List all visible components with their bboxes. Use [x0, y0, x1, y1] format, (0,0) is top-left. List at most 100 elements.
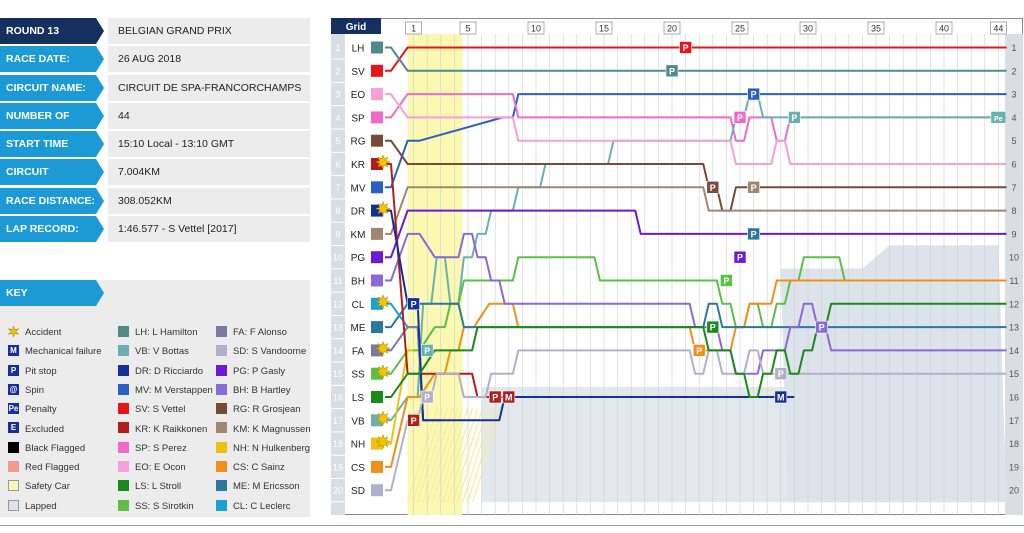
driver-key-label: EO: E Ocon	[135, 462, 186, 474]
info-row: ROUND 13 BELGIAN GRAND PRIX	[0, 18, 310, 44]
key-item: Safety Car	[8, 480, 70, 493]
grid-driver-code: CS	[351, 463, 365, 474]
position-number-right: 4	[1011, 113, 1016, 123]
driver-key-item: DR: D Ricciardo	[118, 364, 203, 378]
grid-driver-swatch	[371, 227, 383, 240]
event-glyph: P	[751, 229, 757, 239]
lap-tick-label: 20	[667, 24, 677, 34]
driver-key-item: SS: S Sirotkin	[118, 499, 194, 513]
key-item: Red Flagged	[8, 461, 79, 474]
driver-key-item: PG: P Gasly	[216, 364, 285, 378]
accident-icon	[375, 154, 391, 170]
grid-driver-swatch	[371, 41, 383, 54]
event-glyph: P	[424, 346, 430, 356]
grid-driver-code: PG	[351, 253, 366, 264]
driver-swatch	[216, 325, 227, 337]
info-label: ROUND 13	[0, 18, 104, 44]
lap-chart: Grid 1 5 10 15 20 25 30 35 40 44 1 1 2 2 3 3 4 4 5 5 6 6 7 7 8 8 9 9…	[331, 18, 1023, 515]
key-item-label: Black Flagged	[25, 442, 86, 454]
lap-tick-label: 30	[803, 24, 813, 34]
driver-key-label: ME: M Ericsson	[233, 481, 300, 493]
driver-swatch	[216, 499, 227, 511]
info-value: 1:46.577 - S Vettel [2017]	[108, 216, 310, 243]
driver-key-item: CL: C Leclerc	[216, 499, 291, 513]
event-glyph: P	[424, 393, 430, 403]
position-number-left: 9	[335, 229, 340, 239]
driver-key-label: KM: K Magnussen	[233, 423, 311, 435]
grid-driver-code: KM	[351, 230, 366, 241]
grid-driver-code: FA	[352, 346, 365, 357]
driver-swatch	[118, 422, 129, 434]
mechanical-failure-icon: M	[8, 345, 19, 357]
grid-driver-swatch	[371, 64, 383, 77]
event-glyph: P	[723, 276, 729, 286]
position-number-left: 2	[335, 66, 340, 76]
info-row: RACE DATE: 26 AUG 2018	[0, 46, 310, 73]
event-glyph: P	[778, 369, 784, 379]
driver-key-label: SS: S Sirotkin	[135, 500, 194, 512]
event-glyph: P	[737, 253, 743, 263]
info-value: 7.004KM	[108, 159, 310, 186]
position-number-right: 17	[1009, 416, 1019, 426]
key-item: Accident	[7, 325, 61, 339]
grid-driver-swatch	[371, 181, 383, 194]
lap-tick-label: 10	[531, 24, 541, 34]
position-number-right: 18	[1009, 439, 1019, 449]
driver-key-label: FA: F Alonso	[233, 327, 287, 338]
driver-key-item: SP: S Perez	[118, 441, 187, 455]
driver-key-item: LH: L Hamilton	[118, 325, 197, 339]
info-value: 308.052KM	[108, 187, 310, 214]
event-glyph: P	[669, 66, 675, 76]
key-item-label: Pit stop	[25, 365, 57, 377]
info-label: RACE DISTANCE:	[0, 187, 104, 214]
event-glyph: M	[777, 393, 785, 403]
driver-key-label: BH: B Hartley	[233, 384, 291, 396]
position-number-left: 20	[333, 486, 343, 496]
position-number-left: 18	[333, 439, 343, 449]
grid-driver-swatch	[371, 274, 383, 287]
driver-key-label: RG: R Grosjean	[233, 404, 301, 416]
race-info-panel: ROUND 13 BELGIAN GRAND PRIX RACE DATE: 26 A…	[0, 18, 310, 244]
info-row: START TIME 15:10 Local - 13:10 GMT	[0, 131, 310, 158]
position-number-left: 5	[335, 136, 340, 146]
info-value: CIRCUIT DE SPA-FRANCORCHAMPS	[108, 74, 310, 101]
pit-stop-icon: P	[8, 364, 19, 376]
driver-key-label: MV: M Verstappen	[135, 384, 213, 396]
position-number-right: 11	[1009, 276, 1018, 286]
driver-swatch	[216, 480, 227, 492]
accident-icon	[375, 200, 391, 217]
event-glyph: P	[710, 323, 716, 333]
key-item-label: Penalty	[25, 404, 57, 416]
position-number-right: 14	[1009, 346, 1019, 356]
driver-swatch	[216, 441, 227, 453]
event-glyph: P	[411, 416, 417, 426]
info-label: NUMBER OF LAPS:	[0, 102, 104, 148]
lap-tick-label: 40	[939, 24, 949, 34]
key-item-label: Red Flagged	[25, 462, 80, 474]
position-number-right: 16	[1009, 393, 1019, 403]
grid-driver-code: VB	[351, 416, 365, 427]
info-row: CIRCUIT LENGTH:7.004KM	[0, 159, 310, 204]
grid-driver-code: SP	[351, 113, 365, 124]
grid-driver-swatch	[371, 391, 383, 403]
accident-icon	[7, 325, 20, 338]
key-heading: KEY	[0, 280, 104, 306]
accident-icon	[375, 363, 391, 380]
driver-key-label: SD: S Vandoorne	[233, 346, 307, 358]
info-row: NUMBER OF LAPS:44	[0, 102, 310, 148]
driver-key-item: NH: N Hulkenberg	[216, 441, 310, 455]
grid-driver-code: NH	[351, 440, 365, 451]
excluded-icon: E	[8, 422, 19, 434]
info-value: 44	[108, 102, 310, 129]
position-number-left: 15	[333, 369, 343, 379]
driver-key-item: RG: R Grosjean	[216, 403, 301, 416]
position-number-left: 13	[333, 323, 343, 333]
info-label: RACE DATE:	[0, 46, 104, 73]
position-number-left: 14	[333, 346, 343, 356]
driver-swatch	[118, 364, 129, 376]
driver-swatch	[216, 345, 227, 357]
lap-tick-label: 5	[465, 24, 470, 34]
grid-header: Grid	[346, 22, 367, 33]
accident-icon	[375, 340, 391, 357]
penalty-icon: Pe	[8, 403, 19, 415]
